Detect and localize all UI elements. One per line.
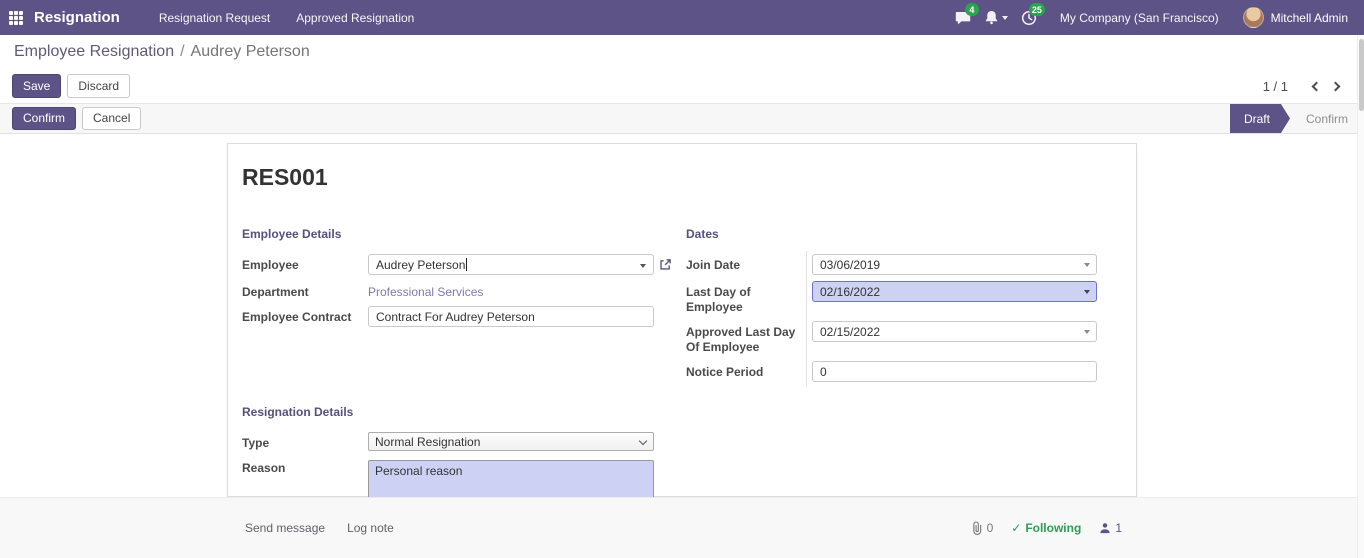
user-name: Mitchell Admin [1271, 11, 1348, 25]
pager-value: 1 / 1 [1263, 79, 1288, 94]
chevron-left-icon [1312, 81, 1322, 91]
group-employee-details: Employee Details Employee Audrey Peterso… [242, 227, 654, 388]
join-date-label: Join Date [686, 254, 812, 273]
group-title-employee-details: Employee Details [242, 227, 654, 241]
breadcrumb-parent[interactable]: Employee Resignation [14, 43, 174, 61]
breadcrumb: Employee Resignation / Audrey Peterson [0, 35, 1364, 69]
pager-previous-button[interactable] [1304, 75, 1326, 97]
activities-button[interactable]: 25 [1013, 0, 1046, 35]
menu-approved-resignation[interactable]: Approved Resignation [283, 0, 427, 35]
caret-down-icon[interactable] [640, 264, 646, 268]
breadcrumb-separator: / [180, 43, 184, 61]
followers-count: 1 [1115, 521, 1122, 535]
scrollbar-thumb[interactable] [1359, 39, 1364, 111]
log-note-link[interactable]: Log note [347, 521, 394, 535]
contract-input[interactable] [368, 306, 654, 327]
type-row: Type Normal Resignation [242, 432, 654, 451]
chevron-down-icon [639, 437, 647, 445]
messages-button[interactable]: 4 [947, 0, 980, 35]
last-day-label: Last Day of Employee [686, 281, 812, 315]
department-link[interactable]: Professional Services [368, 281, 483, 299]
external-link-icon[interactable] [659, 258, 672, 274]
group-resignation-details: Resignation Details Type Normal Resignat… [242, 405, 654, 505]
department-row: Department Professional Services [242, 281, 654, 300]
stage-pipeline: Draft Confirm [1230, 104, 1364, 133]
form-statusbar: Confirm Cancel Draft Confirm [0, 103, 1364, 134]
top-navbar: Resignation Resignation Request Approved… [0, 0, 1364, 35]
notice-period-input[interactable] [812, 361, 1097, 382]
app-name[interactable]: Resignation [34, 9, 120, 26]
department-label: Department [242, 281, 368, 300]
systray: 4 25 My Company (San Francisco) Mitchell… [947, 0, 1364, 35]
attachments-count: 0 [987, 521, 994, 535]
reason-label: Reason [242, 457, 368, 476]
group-title-resignation-details: Resignation Details [242, 405, 654, 419]
pager-next-button[interactable] [1326, 75, 1348, 97]
check-icon: ✓ [1011, 521, 1021, 535]
attachments-button[interactable]: 0 [971, 521, 994, 535]
record-title: RES001 [242, 164, 1122, 191]
discard-button[interactable]: Discard [67, 74, 130, 98]
user-menu[interactable]: Mitchell Admin [1233, 7, 1358, 28]
notifications-button[interactable] [980, 0, 1013, 35]
chevron-right-icon [1331, 81, 1341, 91]
type-selected-value: Normal Resignation [375, 435, 480, 449]
messages-badge: 4 [965, 3, 979, 16]
approved-last-day-input[interactable] [812, 321, 1097, 342]
main-menu: Resignation Request Approved Resignation [146, 0, 427, 35]
company-switcher[interactable]: My Company (San Francisco) [1046, 11, 1233, 25]
chevron-down-icon [1002, 16, 1008, 20]
paperclip-icon [971, 521, 983, 535]
breadcrumb-current: Audrey Peterson [191, 43, 310, 61]
group-dates: Dates Join Date Last Day of Employee [686, 227, 1097, 388]
group-title-dates: Dates [686, 227, 1097, 241]
activities-badge: 25 [1029, 3, 1045, 16]
employee-label: Employee [242, 254, 368, 273]
following-button[interactable]: ✓ Following [1011, 521, 1081, 535]
menu-resignation-request[interactable]: Resignation Request [146, 0, 283, 35]
send-message-link[interactable]: Send message [245, 521, 325, 535]
notice-period-row: Notice Period [686, 361, 1097, 382]
contract-row: Employee Contract [242, 306, 654, 327]
text-cursor [466, 258, 467, 271]
employee-value: Audrey Peterson [376, 258, 465, 272]
stage-draft[interactable]: Draft [1230, 104, 1290, 133]
type-select[interactable]: Normal Resignation [368, 432, 654, 451]
notice-period-label: Notice Period [686, 361, 812, 380]
join-date-input[interactable] [812, 254, 1097, 275]
following-label: Following [1025, 521, 1081, 535]
bell-icon [984, 10, 999, 25]
apps-menu-button[interactable] [0, 0, 32, 35]
chatter: Send message Log note 0 ✓ Following 1 [0, 497, 1364, 558]
join-date-row: Join Date [686, 254, 1097, 275]
approved-last-day-row: Approved Last Day Of Employee [686, 321, 1097, 355]
save-button[interactable]: Save [12, 74, 61, 98]
control-panel: Save Discard 1 / 1 [0, 69, 1364, 103]
type-label: Type [242, 432, 368, 451]
avatar [1243, 7, 1264, 28]
last-day-row: Last Day of Employee [686, 281, 1097, 315]
apps-grid-icon [9, 11, 23, 25]
form-sheet: RES001 Employee Details Employee Audrey … [227, 143, 1137, 497]
form-view: RES001 Employee Details Employee Audrey … [0, 134, 1364, 497]
reason-textarea[interactable]: Personal reason [368, 460, 654, 502]
pager: 1 / 1 [1263, 75, 1348, 97]
contract-label: Employee Contract [242, 306, 368, 325]
stage-confirm[interactable]: Confirm [1290, 104, 1364, 133]
cancel-button[interactable]: Cancel [82, 107, 141, 129]
employee-input[interactable]: Audrey Peterson [368, 254, 654, 275]
form-groups: Employee Details Employee Audrey Peterso… [242, 227, 1122, 388]
employee-row: Employee Audrey Peterson [242, 254, 654, 275]
page: Resignation Resignation Request Approved… [0, 0, 1364, 558]
chatter-tools: 0 ✓ Following 1 [971, 521, 1122, 535]
vertical-scrollbar[interactable] [1357, 35, 1364, 558]
last-day-input[interactable] [812, 281, 1097, 302]
person-icon [1099, 522, 1111, 534]
approved-last-day-label: Approved Last Day Of Employee [686, 321, 812, 355]
confirm-button[interactable]: Confirm [12, 107, 76, 129]
followers-button[interactable]: 1 [1099, 521, 1122, 535]
